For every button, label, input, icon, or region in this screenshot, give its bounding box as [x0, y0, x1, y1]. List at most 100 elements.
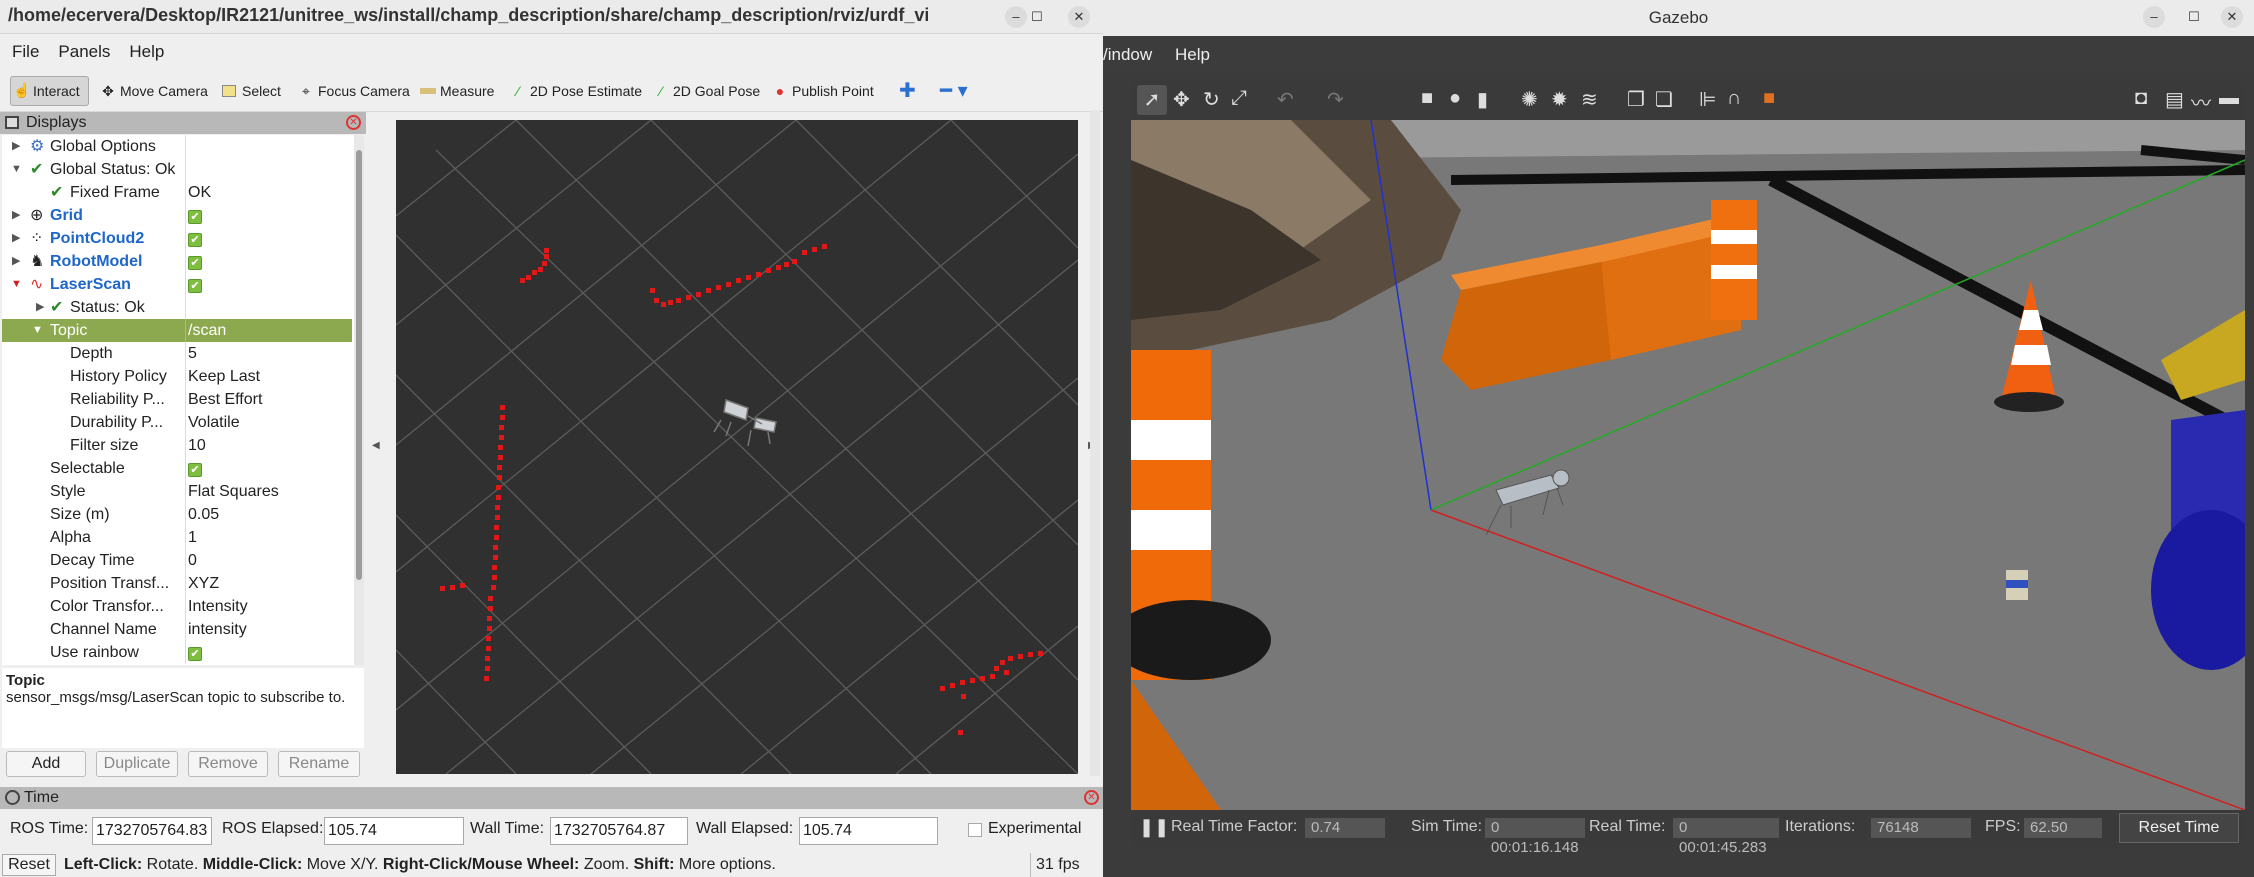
tree-item-topic[interactable]: ▼ Topic/scan: [2, 319, 352, 342]
sphere-icon[interactable]: ●: [1449, 87, 1461, 110]
video-icon[interactable]: ▬: [2219, 87, 2239, 110]
displays-scrollbar[interactable]: [354, 135, 364, 665]
tree-item-position[interactable]: Position Transf... XYZ: [2, 572, 352, 595]
tree-item-global-status[interactable]: ▼ ✔ Global Status: Ok: [2, 158, 352, 181]
screenshot-icon[interactable]: ◘: [2135, 87, 2147, 110]
selectable-checkbox[interactable]: ✔: [188, 463, 202, 477]
rviz-3d-viewport[interactable]: [396, 120, 1078, 774]
wall-time-field[interactable]: 1732705764.87: [550, 817, 688, 845]
tree-item-reliability[interactable]: Reliability P... Best Effort: [2, 388, 352, 411]
tree-item-style[interactable]: Style Flat Squares: [2, 480, 352, 503]
redo-icon[interactable]: ↷: [1327, 87, 1344, 112]
gazebo-title-bar: Gazebo – ☐ ✕: [1103, 0, 2254, 36]
select-tool[interactable]: Select: [220, 78, 281, 104]
tree-item-decay[interactable]: Decay Time 0: [2, 549, 352, 572]
reset-button[interactable]: Reset: [2, 854, 56, 876]
pointcloud-checkbox[interactable]: ✔: [188, 233, 202, 247]
real-time-label: Real Time:: [1589, 818, 1666, 835]
maximize-button[interactable]: ☐: [1026, 6, 1048, 28]
color-icon[interactable]: ■: [1763, 87, 1775, 110]
rainbow-checkbox[interactable]: ✔: [188, 647, 202, 661]
grid-icon: ⊕: [30, 207, 44, 224]
rotate-icon[interactable]: ↻: [1203, 87, 1220, 112]
monitor-icon: [5, 116, 19, 129]
tree-item-robotmodel[interactable]: ▶ ♞ RobotModel ✔: [2, 250, 352, 273]
maximize-button[interactable]: ☐: [2183, 6, 2205, 28]
viewport-scrollbar[interactable]: [1090, 110, 1100, 776]
goal-pose-tool[interactable]: ⁄ 2D Goal Pose: [651, 78, 760, 104]
point-light-icon[interactable]: ✺: [1521, 87, 1538, 112]
undo-icon[interactable]: ↶: [1277, 87, 1294, 112]
pose-estimate-tool[interactable]: ⁄ 2D Pose Estimate: [508, 78, 642, 104]
copy-icon[interactable]: ❐: [1627, 87, 1645, 112]
tree-item-history[interactable]: History Policy Keep Last: [2, 365, 352, 388]
close-button[interactable]: ✕: [2221, 6, 2243, 28]
wall-elapsed-field[interactable]: 105.74: [799, 817, 938, 845]
tree-item-filter-size[interactable]: Filter size 10: [2, 434, 352, 457]
snap-icon[interactable]: ∩: [1727, 87, 1741, 110]
minimize-button[interactable]: –: [1005, 6, 1027, 28]
remove-tool-button[interactable]: ━ ▾: [930, 78, 968, 104]
tree-item-channel[interactable]: Channel Name intensity: [2, 618, 352, 641]
duplicate-button[interactable]: Duplicate: [96, 751, 178, 777]
robot-model: [713, 398, 777, 447]
select-box-icon: [222, 85, 236, 97]
cylinder-icon[interactable]: ▮: [1477, 87, 1488, 112]
paste-icon[interactable]: ❏: [1655, 87, 1673, 112]
reset-time-button[interactable]: Reset Time: [2119, 813, 2239, 843]
grid-checkbox[interactable]: ✔: [188, 210, 202, 224]
menu-window[interactable]: /indow: [1103, 45, 1152, 65]
tree-item-rainbow[interactable]: Use rainbow ✔: [2, 641, 352, 664]
pause-icon[interactable]: ❚❚: [1139, 817, 1169, 838]
publish-point-tool[interactable]: ● Publish Point: [770, 78, 874, 104]
tree-item-fixed-frame[interactable]: ✔ Fixed Frame OK: [2, 181, 352, 204]
plot-icon[interactable]: 〰: [2191, 87, 2211, 116]
rename-button[interactable]: Rename: [278, 751, 360, 777]
robotmodel-checkbox[interactable]: ✔: [188, 256, 202, 270]
tree-item-laserscan[interactable]: ▼ ∿ LaserScan ✔: [2, 273, 352, 296]
close-button[interactable]: ✕: [1068, 6, 1090, 28]
add-tool-button[interactable]: ✚: [885, 78, 916, 104]
clock-icon: [5, 790, 20, 805]
menu-file[interactable]: File: [0, 34, 46, 62]
box-icon[interactable]: ■: [1421, 87, 1433, 110]
tree-item-selectable[interactable]: Selectable ✔: [2, 457, 352, 480]
tree-item-grid[interactable]: ▶ ⊕ Grid ✔: [2, 204, 352, 227]
experimental-checkbox[interactable]: [968, 823, 982, 837]
menu-help[interactable]: Help: [1175, 45, 1210, 65]
iterations-label: Iterations:: [1785, 818, 1856, 835]
tree-item-global-options[interactable]: ▶ ⚙ Global Options: [2, 135, 352, 158]
move-camera-tool[interactable]: ✥ Move Camera: [98, 78, 208, 104]
add-button[interactable]: Add: [6, 751, 86, 777]
remove-button[interactable]: Remove: [188, 751, 268, 777]
menu-help[interactable]: Help: [117, 34, 171, 62]
laserscan-checkbox[interactable]: ✔: [188, 279, 202, 293]
measure-tool[interactable]: Measure: [418, 78, 494, 104]
directional-light-icon[interactable]: ≋: [1581, 87, 1598, 112]
tree-item-color[interactable]: Color Transfor... Intensity: [2, 595, 352, 618]
tree-item-size[interactable]: Size (m) 0.05: [2, 503, 352, 526]
tree-item-status[interactable]: ▶ ✔ Status: Ok: [2, 296, 352, 319]
tree-item-pointcloud2[interactable]: ▶ ⁘ PointCloud2 ✔: [2, 227, 352, 250]
rviz-toolbar: ☝ Interact ✥ Move Camera Select ⌖ Focus Cam…: [0, 68, 1103, 112]
log-icon[interactable]: ▤: [2165, 87, 2184, 112]
collapse-left-icon[interactable]: ◀: [372, 440, 380, 451]
tree-item-alpha[interactable]: Alpha 1: [2, 526, 352, 549]
ros-elapsed-field[interactable]: 105.74: [324, 817, 464, 845]
spot-light-icon[interactable]: ✹: [1551, 87, 1568, 112]
tree-item-depth[interactable]: Depth 5: [2, 342, 352, 365]
menu-panels[interactable]: Panels: [46, 34, 117, 62]
gazebo-3d-viewport[interactable]: [1131, 120, 2245, 810]
focus-camera-tool[interactable]: ⌖ Focus Camera: [296, 78, 410, 104]
translate-icon[interactable]: ✥: [1173, 87, 1190, 112]
minimize-button[interactable]: –: [2143, 6, 2165, 28]
close-panel-icon[interactable]: ✕: [346, 115, 361, 130]
tree-item-durability[interactable]: Durability P... Volatile: [2, 411, 352, 434]
ros-time-field[interactable]: 1732705764.83: [92, 817, 212, 845]
interact-tool[interactable]: ☝ Interact: [10, 76, 89, 106]
scale-icon[interactable]: ⤢: [1231, 87, 1247, 110]
select-mode-icon[interactable]: ➚: [1137, 85, 1167, 115]
align-icon[interactable]: ⊫: [1699, 87, 1716, 112]
rtf-field: 0.74: [1305, 818, 1385, 838]
close-panel-icon[interactable]: ✕: [1084, 790, 1099, 805]
